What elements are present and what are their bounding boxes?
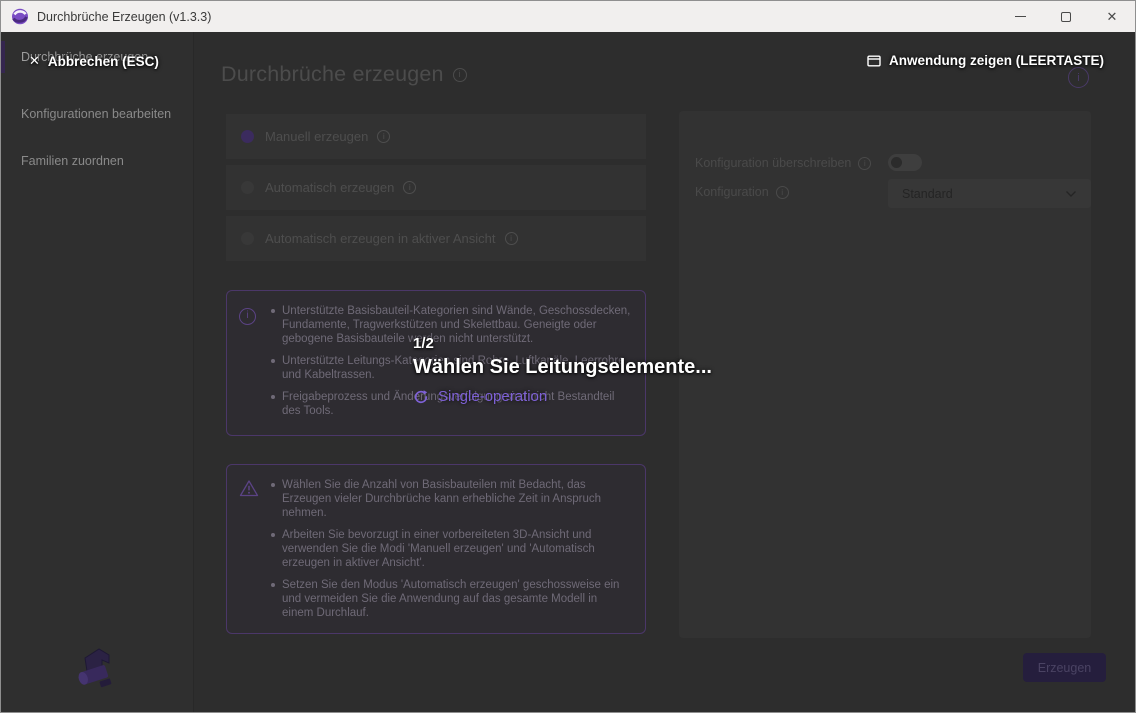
show-application-button[interactable]: Anwendung zeigen (LEERTASTE) [867, 53, 1104, 68]
help-info-icon[interactable]: i [1068, 67, 1089, 88]
sidebar: Durchbrüche erzeugen Konfigurationen bea… [1, 32, 194, 713]
brand-logo-icon [73, 644, 119, 692]
info-glyph: i [239, 308, 256, 325]
info-icon[interactable]: i [453, 68, 467, 82]
warning-bullet-list: Wählen Sie die Anzahl von Basisbauteilen… [269, 478, 631, 623]
operation-mode: Single-operation [413, 388, 712, 405]
app-icon [11, 8, 29, 25]
minimize-icon [1015, 16, 1026, 17]
radio-icon [241, 181, 254, 194]
info-icon[interactable]: i [377, 130, 390, 143]
window-icon [867, 55, 881, 67]
radio-icon [241, 232, 254, 245]
maximize-button[interactable] [1043, 1, 1089, 32]
mode-label: Manuell erzeugen [265, 129, 368, 144]
mode-label: Automatisch erzeugen in aktiver Ansicht [265, 231, 496, 246]
titlebar: Durchbrüche Erzeugen (v1.3.3) ✕ [1, 1, 1135, 32]
override-config-toggle[interactable] [888, 154, 922, 171]
step-indicator: 1/2 [413, 335, 712, 353]
cancel-label: Abbrechen (ESC) [48, 54, 159, 69]
close-x-icon: ✕ [29, 53, 40, 69]
selection-instruction: Wählen Sie Leitungselemente... [413, 355, 712, 379]
window-title: Durchbrüche Erzeugen (v1.3.3) [37, 10, 211, 24]
warning-bullet: Setzen Sie den Modus 'Automatisch erzeug… [269, 578, 631, 620]
warning-bullet: Arbeiten Sie bevorzugt in einer vorberei… [269, 528, 631, 570]
warning-bullet: Wählen Sie die Anzahl von Basisbauteilen… [269, 478, 631, 520]
config-select[interactable]: Standard [888, 179, 1091, 208]
close-button[interactable]: ✕ [1089, 1, 1135, 32]
app-window: Durchbrüche Erzeugen (v1.3.3) ✕ Durchbrü… [0, 0, 1136, 713]
toggle-knob [891, 157, 902, 168]
info-icon[interactable]: i [858, 157, 871, 170]
mode-option-automatisch[interactable]: Automatisch erzeugen i [226, 165, 646, 210]
sidebar-item-label: Familien zuordnen [21, 154, 124, 168]
page-title-row: Durchbrüche erzeugen i [221, 62, 467, 87]
sync-spinner-icon [413, 389, 429, 405]
info-icon[interactable]: i [776, 186, 789, 199]
maximize-icon [1061, 12, 1071, 22]
close-icon: ✕ [1107, 10, 1118, 23]
info-circle-icon: i [239, 304, 259, 425]
operation-mode-label: Single-operation [438, 388, 547, 405]
configuration-panel: Konfiguration überschreiben i Konfigurat… [679, 111, 1091, 638]
page-title: Durchbrüche erzeugen [221, 62, 444, 87]
cancel-selection-button[interactable]: ✕ Abbrechen (ESC) [29, 53, 159, 69]
generate-button[interactable]: Erzeugen [1023, 653, 1106, 682]
radio-selected-icon [241, 130, 254, 143]
selection-prompt: 1/2 Wählen Sie Leitungselemente... Singl… [413, 335, 712, 405]
show-application-label: Anwendung zeigen (LEERTASTE) [889, 53, 1104, 68]
info-glyph: i [1077, 72, 1079, 84]
minimize-button[interactable] [997, 1, 1043, 32]
info-icon[interactable]: i [505, 232, 518, 245]
chevron-down-icon [1065, 190, 1077, 198]
sidebar-item-familien-zuordnen[interactable]: Familien zuordnen [1, 145, 194, 177]
override-config-label: Konfiguration überschreiben i [695, 156, 871, 170]
info-icon[interactable]: i [403, 181, 416, 194]
mode-label: Automatisch erzeugen [265, 180, 394, 195]
warning-triangle-icon [239, 478, 259, 623]
sidebar-item-label: Konfigurationen bearbeiten [21, 107, 171, 121]
warning-notice-box: Wählen Sie die Anzahl von Basisbauteilen… [226, 464, 646, 634]
label-text: Konfiguration [695, 185, 769, 199]
mode-option-manuell[interactable]: Manuell erzeugen i [226, 114, 646, 159]
label-text: Konfiguration überschreiben [695, 156, 851, 170]
config-selected-value: Standard [902, 187, 953, 201]
config-label: Konfiguration i [695, 185, 789, 199]
mode-option-automatisch-aktive-ansicht[interactable]: Automatisch erzeugen in aktiver Ansicht … [226, 216, 646, 261]
sidebar-item-konfigurationen-bearbeiten[interactable]: Konfigurationen bearbeiten [1, 98, 194, 130]
